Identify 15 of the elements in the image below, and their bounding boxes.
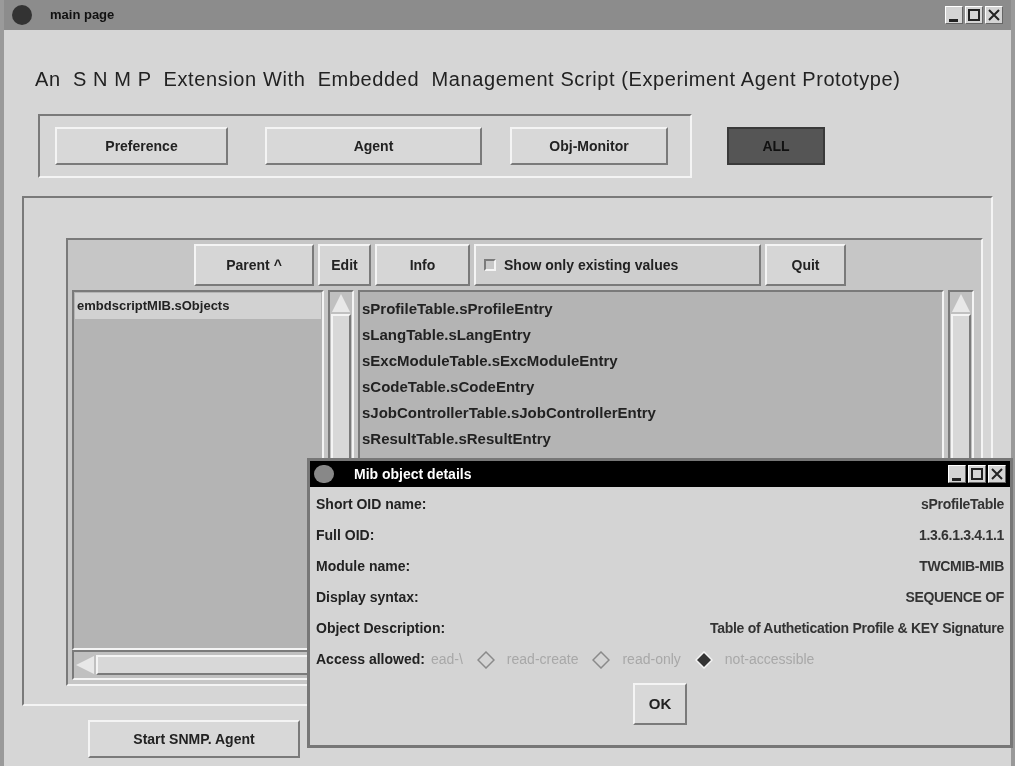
checkbox-label: Show only existing values	[504, 255, 679, 275]
field-label: Short OID name:	[316, 495, 427, 514]
field-label: Display syntax:	[316, 588, 419, 607]
field-value: sProfileTable	[921, 495, 1004, 514]
dialog-title: Mib object details	[354, 464, 473, 484]
window-title: main page	[50, 6, 116, 25]
field-label: Access allowed:	[316, 650, 425, 669]
field-label: Module name:	[316, 557, 411, 576]
field-value: SEQUENCE OF	[905, 588, 1004, 607]
field-label: Object Description:	[316, 619, 446, 638]
field-label: Full OID:	[316, 526, 375, 545]
heading: An S N M P Extension With Embedded Management Script (Experiment Agent Prototype)	[35, 67, 901, 92]
field-value: TWCMIB-MIB	[919, 557, 1004, 576]
field-value: Table of Authetication Profile & KEY Signature	[710, 619, 1004, 638]
field-value: 1.3.6.1.3.4.1.1	[918, 526, 1004, 545]
